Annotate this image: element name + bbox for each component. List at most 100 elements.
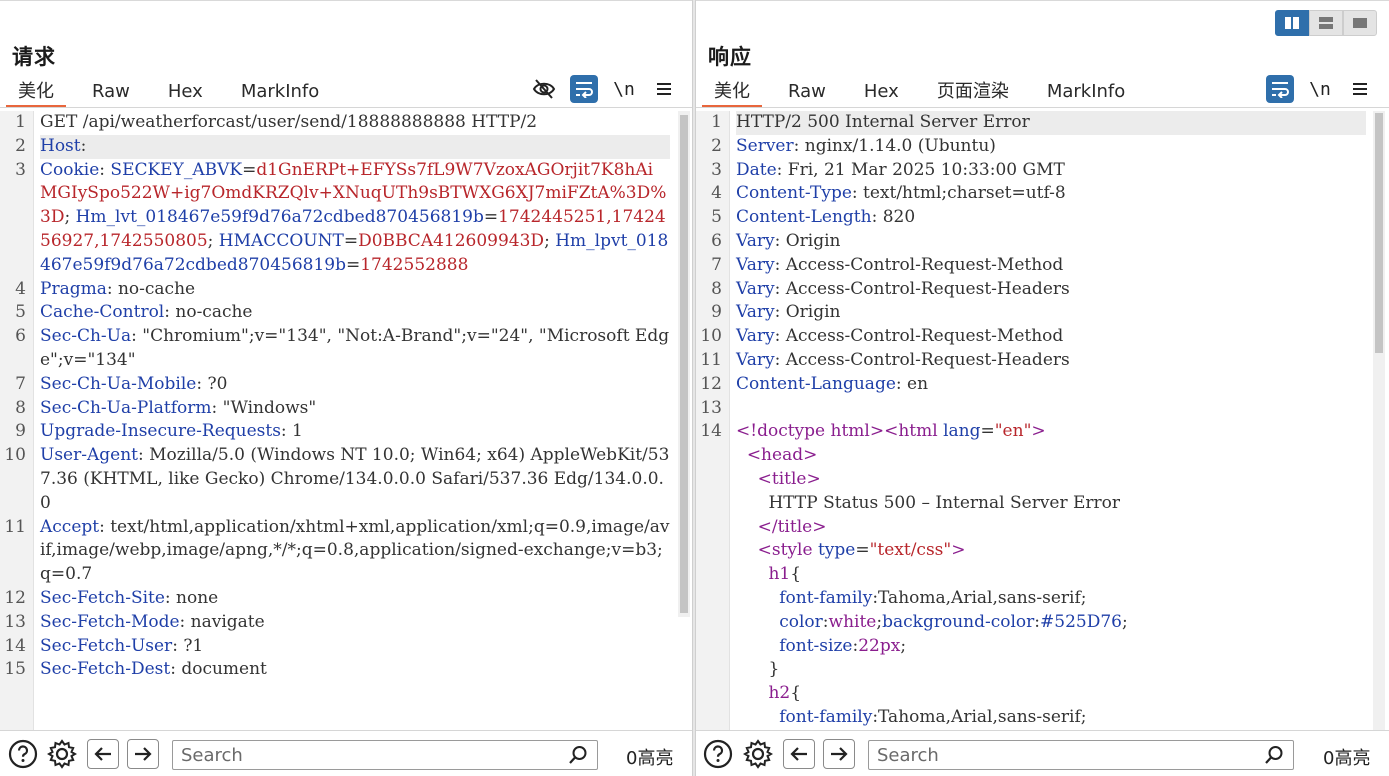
layout-columns-button[interactable] — [1275, 10, 1309, 36]
response-token: } — [736, 659, 780, 680]
request-line-number: 6 — [15, 326, 26, 346]
response-menu-button[interactable] — [1346, 75, 1374, 103]
layout-rows-button[interactable] — [1309, 10, 1343, 36]
response-search-icon-wrap — [1264, 745, 1284, 769]
request-settings-button[interactable] — [46, 738, 78, 770]
request-token: : document — [170, 659, 267, 680]
layout-single-icon — [1353, 18, 1367, 28]
request-wrap-lines-button[interactable] — [570, 75, 598, 103]
response-token: lang — [943, 421, 981, 442]
request-search-next-button[interactable] — [127, 739, 159, 769]
response-token: Vary — [736, 302, 775, 323]
request-token: : — [99, 159, 111, 180]
response-token: = — [855, 540, 870, 561]
response-line-number: 12 — [700, 374, 722, 394]
response-line-number: 2 — [711, 136, 722, 156]
request-editor[interactable]: 1 2 3 4 5 6 7 8 9 10 11 12 13 14 15 GET /api/weatherfo… — [0, 111, 678, 730]
request-search-input[interactable] — [172, 740, 598, 770]
response-pane: 响应 美化 Raw Hex 页面渲染 MarkInfo \n 123456789… — [696, 0, 1389, 776]
request-tab-markinfo[interactable]: MarkInfo — [229, 79, 331, 107]
request-token: Sec-Fetch-Site — [40, 587, 165, 608]
request-line-number: 14 — [4, 636, 26, 656]
request-scrollbar[interactable] — [678, 111, 690, 617]
request-search-bar: 0高亮 — [0, 730, 692, 776]
layout-single-button[interactable] — [1343, 10, 1377, 36]
response-editor[interactable]: 1 2 3 4 5 6 7 8 9 10 11 12 13 14 HTTP/2 500 Internal … — [696, 111, 1373, 730]
request-token: : "Windows" — [211, 397, 317, 418]
help-icon — [8, 739, 38, 769]
request-gutter: 1 2 3 4 5 6 7 8 9 10 11 12 13 14 15 — [0, 111, 34, 730]
response-search-bar: 0高亮 — [696, 730, 1389, 776]
response-search-input[interactable] — [868, 740, 1294, 770]
request-token: Sec-Fetch-Mode — [40, 611, 180, 632]
layout-columns-icon — [1285, 17, 1299, 29]
response-token: Vary — [736, 278, 775, 299]
response-token: Vary — [736, 326, 775, 347]
response-help-button[interactable] — [702, 738, 734, 770]
request-token: = — [242, 159, 257, 180]
response-search-next-button[interactable] — [823, 739, 855, 769]
request-token: Sec-Ch-Ua — [40, 326, 132, 347]
response-tab-render[interactable]: 页面渲染 — [925, 79, 1021, 107]
response-tab-markinfo[interactable]: MarkInfo — [1035, 79, 1137, 107]
request-token: = — [345, 254, 361, 275]
request-tab-raw[interactable]: Raw — [80, 79, 142, 107]
response-token — [736, 517, 758, 537]
request-search-prev-button[interactable] — [87, 739, 119, 769]
response-token: Vary — [736, 349, 775, 370]
response-token — [736, 564, 768, 584]
request-code-line: Cache-Control: no-cache — [40, 301, 670, 325]
request-line-number: 9 — [15, 421, 26, 441]
response-token: h2 — [768, 683, 791, 704]
response-tab-hex[interactable]: Hex — [852, 79, 911, 107]
response-code-line: Content-Length: 820 — [736, 206, 1366, 230]
request-tabs: 美化 Raw Hex MarkInfo — [6, 79, 345, 108]
request-tab-divider — [0, 107, 692, 108]
response-token — [736, 445, 747, 465]
request-help-button[interactable] — [7, 738, 39, 770]
response-code-line — [736, 397, 1366, 421]
request-token: 1742552888 — [360, 254, 469, 275]
request-token: : ?0 — [196, 373, 228, 394]
request-code-line: Sec-Fetch-User: ?1 — [40, 635, 670, 659]
response-token — [736, 707, 779, 727]
request-code-line: Sec-Ch-Ua-Platform: "Windows" — [40, 397, 670, 421]
layout-toggle-group — [1275, 10, 1377, 36]
request-code-line: Sec-Fetch-Site: none — [40, 587, 670, 611]
request-line-number: 10 — [4, 445, 26, 465]
request-show-newlines-button[interactable]: \n — [610, 75, 638, 103]
response-token — [736, 469, 758, 489]
response-code-line: Content-Type: text/html;charset=utf-8 — [736, 182, 1366, 206]
request-scroll-thumb[interactable] — [680, 115, 688, 613]
response-wrap-lines-button[interactable] — [1266, 75, 1294, 103]
request-line-number: 3 — [15, 160, 26, 180]
response-line-number: 10 — [700, 326, 722, 346]
request-token: ; — [64, 207, 76, 228]
request-token: Hm_lvt_018467e59f9d76a72cdbed870456819b — [75, 207, 484, 228]
response-tab-pretty[interactable]: 美化 — [702, 79, 762, 108]
request-token: : text/html,application/xhtml+xml,applic… — [40, 516, 670, 585]
response-token: Vary — [736, 254, 775, 275]
response-search-prev-button[interactable] — [783, 739, 815, 769]
response-scroll-thumb[interactable] — [1375, 113, 1383, 353]
response-tab-divider — [696, 107, 1389, 108]
response-scrollbar[interactable] — [1373, 111, 1385, 731]
request-menu-button[interactable] — [650, 75, 678, 103]
response-show-newlines-button[interactable]: \n — [1306, 75, 1334, 103]
response-line-number: 11 — [700, 350, 722, 370]
response-tab-raw[interactable]: Raw — [776, 79, 838, 107]
response-settings-button[interactable] — [742, 738, 774, 770]
response-token: > — [1031, 421, 1046, 442]
request-tab-hex[interactable]: Hex — [156, 79, 215, 107]
response-token: { — [790, 564, 802, 585]
request-tab-pretty[interactable]: 美化 — [6, 79, 66, 108]
response-token: { — [790, 683, 802, 704]
response-token: background-color — [882, 611, 1035, 632]
response-token: Content-Language — [736, 373, 896, 394]
request-hide-nonprintable-button[interactable] — [530, 75, 558, 103]
response-line-number: 7 — [711, 255, 722, 275]
request-token: Sec-Fetch-User — [40, 635, 173, 656]
response-code-line: </title> — [736, 516, 1366, 540]
response-token: "en" — [994, 421, 1032, 442]
response-token: font-size — [779, 635, 853, 656]
